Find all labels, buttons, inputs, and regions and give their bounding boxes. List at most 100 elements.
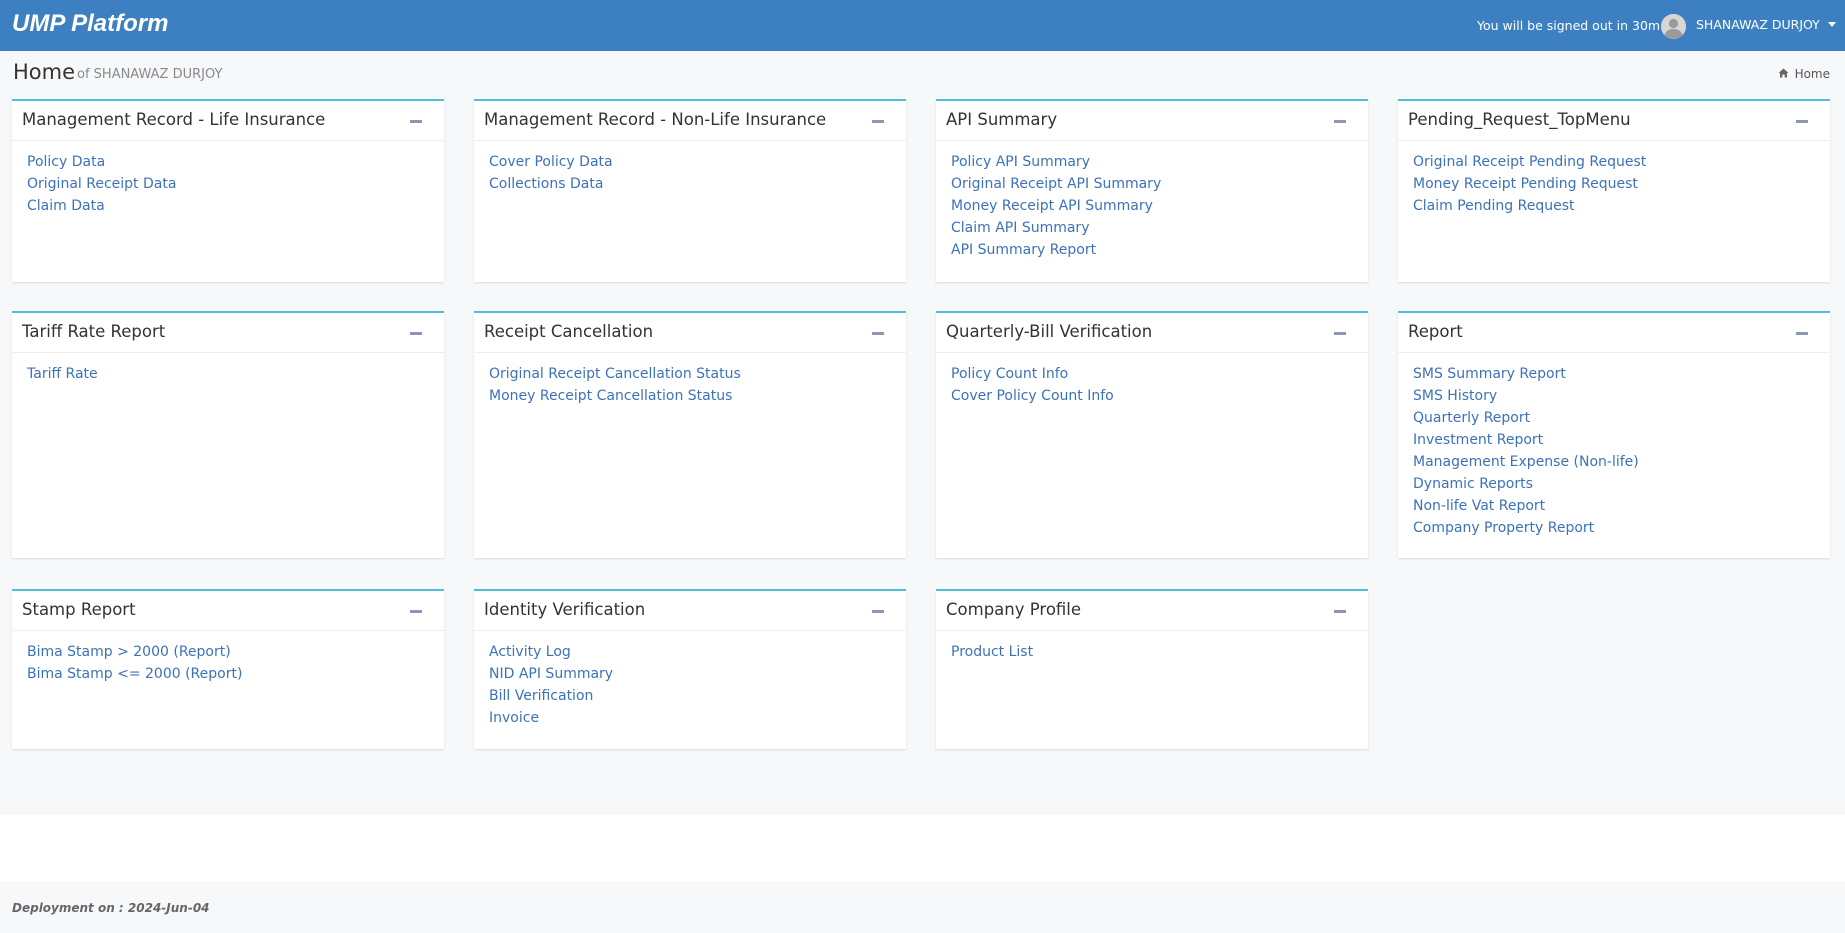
panel-tariff-rate-report: Tariff Rate Report Tariff Rate	[12, 311, 444, 558]
minus-icon[interactable]	[1796, 120, 1808, 123]
panel-title: Receipt Cancellation	[484, 322, 654, 341]
panel-link[interactable]: Bima Stamp <= 2000 (Report)	[27, 663, 429, 685]
minus-icon[interactable]	[410, 120, 422, 123]
panel-body: Tariff Rate	[12, 353, 444, 395]
panel-link[interactable]: Product List	[951, 641, 1353, 663]
panel-link[interactable]: Original Receipt Pending Request	[1413, 151, 1815, 173]
panel-link[interactable]: Policy Count Info	[951, 363, 1353, 385]
panel-body: Original Receipt Pending Request Money Re…	[1398, 141, 1830, 227]
panel-link[interactable]: Original Receipt API Summary	[951, 173, 1353, 195]
panel-header: Receipt Cancellation	[474, 313, 906, 353]
panel-quarterly-bill-verification: Quarterly-Bill Verification Policy Count …	[936, 311, 1368, 558]
panel-receipt-cancellation: Receipt Cancellation Original Receipt Can…	[474, 311, 906, 558]
breadcrumb[interactable]: Home	[1778, 67, 1830, 81]
panel-body: SMS Summary Report SMS History Quarterly R…	[1398, 353, 1830, 549]
panel-link[interactable]: Cover Policy Data	[489, 151, 891, 173]
panel-link[interactable]: Collections Data	[489, 173, 891, 195]
user-avatar-icon[interactable]	[1661, 14, 1686, 39]
panel-link[interactable]: Invoice	[489, 707, 891, 729]
panel-body: Policy Data Original Receipt Data Claim Da…	[12, 141, 444, 227]
panel-link[interactable]: Money Receipt Cancellation Status	[489, 385, 891, 407]
panel-link[interactable]: Policy API Summary	[951, 151, 1353, 173]
minus-icon[interactable]	[872, 332, 884, 335]
panel-header: Report	[1398, 313, 1830, 353]
minus-icon[interactable]	[872, 610, 884, 613]
main-content: Home of SHANAWAZ DURJOY Home Management …	[0, 51, 1845, 815]
panel-link[interactable]: Bill Verification	[489, 685, 891, 707]
panel-title: Company Profile	[946, 600, 1082, 619]
panel-title: Stamp Report	[22, 600, 136, 619]
panel-header: Identity Verification	[474, 591, 906, 631]
panel-header: Tariff Rate Report	[12, 313, 444, 353]
panel-title: Identity Verification	[484, 600, 646, 619]
minus-icon[interactable]	[410, 610, 422, 613]
panel-header: API Summary	[936, 101, 1368, 141]
panel-link[interactable]: Money Receipt Pending Request	[1413, 173, 1815, 195]
panel-link[interactable]: Non-life Vat Report	[1413, 495, 1815, 517]
panel-stamp-report: Stamp Report Bima Stamp > 2000 (Report) Bi…	[12, 589, 444, 749]
panel-link[interactable]: SMS History	[1413, 385, 1815, 407]
panel-body: Policy API Summary Original Receipt API S…	[936, 141, 1368, 271]
panel-link[interactable]: API Summary Report	[951, 239, 1353, 261]
panel-link[interactable]: Policy Data	[27, 151, 429, 173]
panel-link[interactable]: Activity Log	[489, 641, 891, 663]
panel-link[interactable]: Quarterly Report	[1413, 407, 1815, 429]
panel-title: API Summary	[946, 110, 1058, 129]
panel-body: Policy Count Info Cover Policy Count Info	[936, 353, 1368, 417]
minus-icon[interactable]	[1334, 332, 1346, 335]
home-icon	[1778, 67, 1789, 81]
panel-link[interactable]: Management Expense (Non-life)	[1413, 451, 1815, 473]
panel-body: Activity Log NID API Summary Bill Verifica…	[474, 631, 906, 739]
breadcrumb-home[interactable]: Home	[1795, 67, 1830, 81]
panel-header: Company Profile	[936, 591, 1368, 631]
panel-title: Tariff Rate Report	[22, 322, 166, 341]
brand-logo[interactable]: UMP Platform	[12, 10, 168, 38]
panel-identity-verification: Identity Verification Activity Log NID API…	[474, 589, 906, 749]
panel-link[interactable]: Money Receipt API Summary	[951, 195, 1353, 217]
panel-link[interactable]: Investment Report	[1413, 429, 1815, 451]
page-subtitle: of SHANAWAZ DURJOY	[77, 67, 223, 82]
panel-title: Pending_Request_TopMenu	[1408, 110, 1631, 129]
panel-header: Management Record - Life Insurance	[12, 101, 444, 141]
panel-link[interactable]: Tariff Rate	[27, 363, 429, 385]
panel-report: Report SMS Summary Report SMS History Quart…	[1398, 311, 1830, 558]
minus-icon[interactable]	[410, 332, 422, 335]
panel-link[interactable]: Original Receipt Cancellation Status	[489, 363, 891, 385]
panel-management-record-life-insurance: Management Record - Life Insurance Policy…	[12, 99, 444, 282]
panel-title: Quarterly-Bill Verification	[946, 322, 1153, 341]
panel-link[interactable]: Claim API Summary	[951, 217, 1353, 239]
signout-notice: You will be signed out in 30m	[1477, 18, 1661, 33]
panel-link[interactable]: Original Receipt Data	[27, 173, 429, 195]
minus-icon[interactable]	[1334, 120, 1346, 123]
panel-link[interactable]: Claim Pending Request	[1413, 195, 1815, 217]
panel-body: Cover Policy Data Collections Data	[474, 141, 906, 205]
panel-link[interactable]: SMS Summary Report	[1413, 363, 1815, 385]
panel-title: Management Record - Life Insurance	[22, 110, 326, 129]
panel-title: Management Record - Non-Life Insurance	[484, 110, 827, 129]
minus-icon[interactable]	[1796, 332, 1808, 335]
panel-body: Bima Stamp > 2000 (Report) Bima Stamp <= …	[12, 631, 444, 695]
panel-management-record-non-life-insurance: Management Record - Non-Life Insurance Co…	[474, 99, 906, 282]
panel-link[interactable]: NID API Summary	[489, 663, 891, 685]
caret-down-icon	[1827, 22, 1836, 27]
minus-icon[interactable]	[872, 120, 884, 123]
minus-icon[interactable]	[1334, 610, 1346, 613]
user-name: SHANAWAZ DURJOY	[1696, 17, 1820, 32]
deployment-info: Deployment on : 2024-Jun-04	[12, 901, 210, 915]
panel-pending-request-topmenu: Pending_Request_TopMenu Original Receipt …	[1398, 99, 1830, 282]
user-menu[interactable]: SHANAWAZ DURJOY	[1696, 17, 1836, 32]
panel-api-summary: API Summary Policy API Summary Original Re…	[936, 99, 1368, 282]
panel-company-profile: Company Profile Product List	[936, 589, 1368, 749]
panel-header: Quarterly-Bill Verification	[936, 313, 1368, 353]
panel-link[interactable]: Company Property Report	[1413, 517, 1815, 539]
panel-header: Stamp Report	[12, 591, 444, 631]
panel-header: Management Record - Non-Life Insurance	[474, 101, 906, 141]
top-navbar: UMP Platform You will be signed out in 3…	[0, 0, 1845, 51]
panel-link[interactable]: Cover Policy Count Info	[951, 385, 1353, 407]
panel-link[interactable]: Bima Stamp > 2000 (Report)	[27, 641, 429, 663]
panel-link[interactable]: Claim Data	[27, 195, 429, 217]
panel-body: Product List	[936, 631, 1368, 673]
page-title: Home	[13, 60, 76, 84]
panel-link[interactable]: Dynamic Reports	[1413, 473, 1815, 495]
panel-body: Original Receipt Cancellation Status Mone…	[474, 353, 906, 417]
